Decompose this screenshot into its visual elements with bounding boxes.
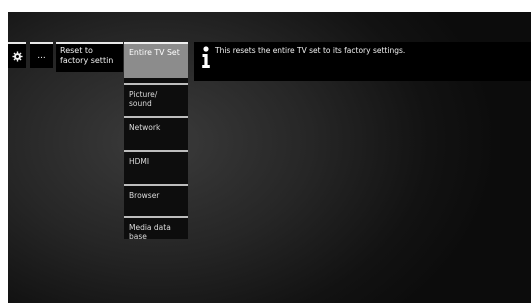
submenu-item-browser[interactable]: Browser (124, 184, 188, 214)
gear-icon (11, 50, 23, 62)
submenu-item-label-line2: sound (129, 99, 152, 108)
info-text: This resets the entire TV set to its fac… (215, 46, 406, 55)
settings-tile[interactable] (8, 42, 26, 68)
reset-label-line2: factory settin (60, 56, 114, 65)
tv-screen: ... Reset to factory settin Entire TV Se… (8, 12, 531, 303)
more-label: ... (37, 50, 46, 61)
reset-factory-settings-tile[interactable]: Reset to factory settin (56, 42, 123, 72)
submenu-item-label-line2: base (129, 232, 147, 241)
more-tile[interactable]: ... (30, 42, 53, 68)
info-icon (202, 46, 210, 68)
submenu-item-label: Browser (129, 191, 160, 200)
submenu-item-hdmi[interactable]: HDMI (124, 150, 188, 180)
submenu-item-label: Picture/ (129, 90, 158, 99)
submenu-item-label: Network (129, 123, 161, 132)
reset-submenu: Entire TV Set Picture/ sound Network HDM… (124, 42, 188, 241)
submenu-item-entire-tv-set[interactable]: Entire TV Set (124, 42, 188, 78)
submenu-item-picture-sound[interactable]: Picture/ sound (124, 83, 188, 115)
submenu-item-network[interactable]: Network (124, 116, 188, 146)
submenu-item-label: HDMI (129, 157, 150, 166)
submenu-item-media-database[interactable]: Media data base (124, 216, 188, 241)
info-panel: This resets the entire TV set to its fac… (194, 42, 531, 81)
submenu-item-label: Entire TV Set (129, 48, 180, 57)
reset-label-line1: Reset to (60, 46, 93, 55)
submenu-item-label: Media data (129, 223, 171, 232)
